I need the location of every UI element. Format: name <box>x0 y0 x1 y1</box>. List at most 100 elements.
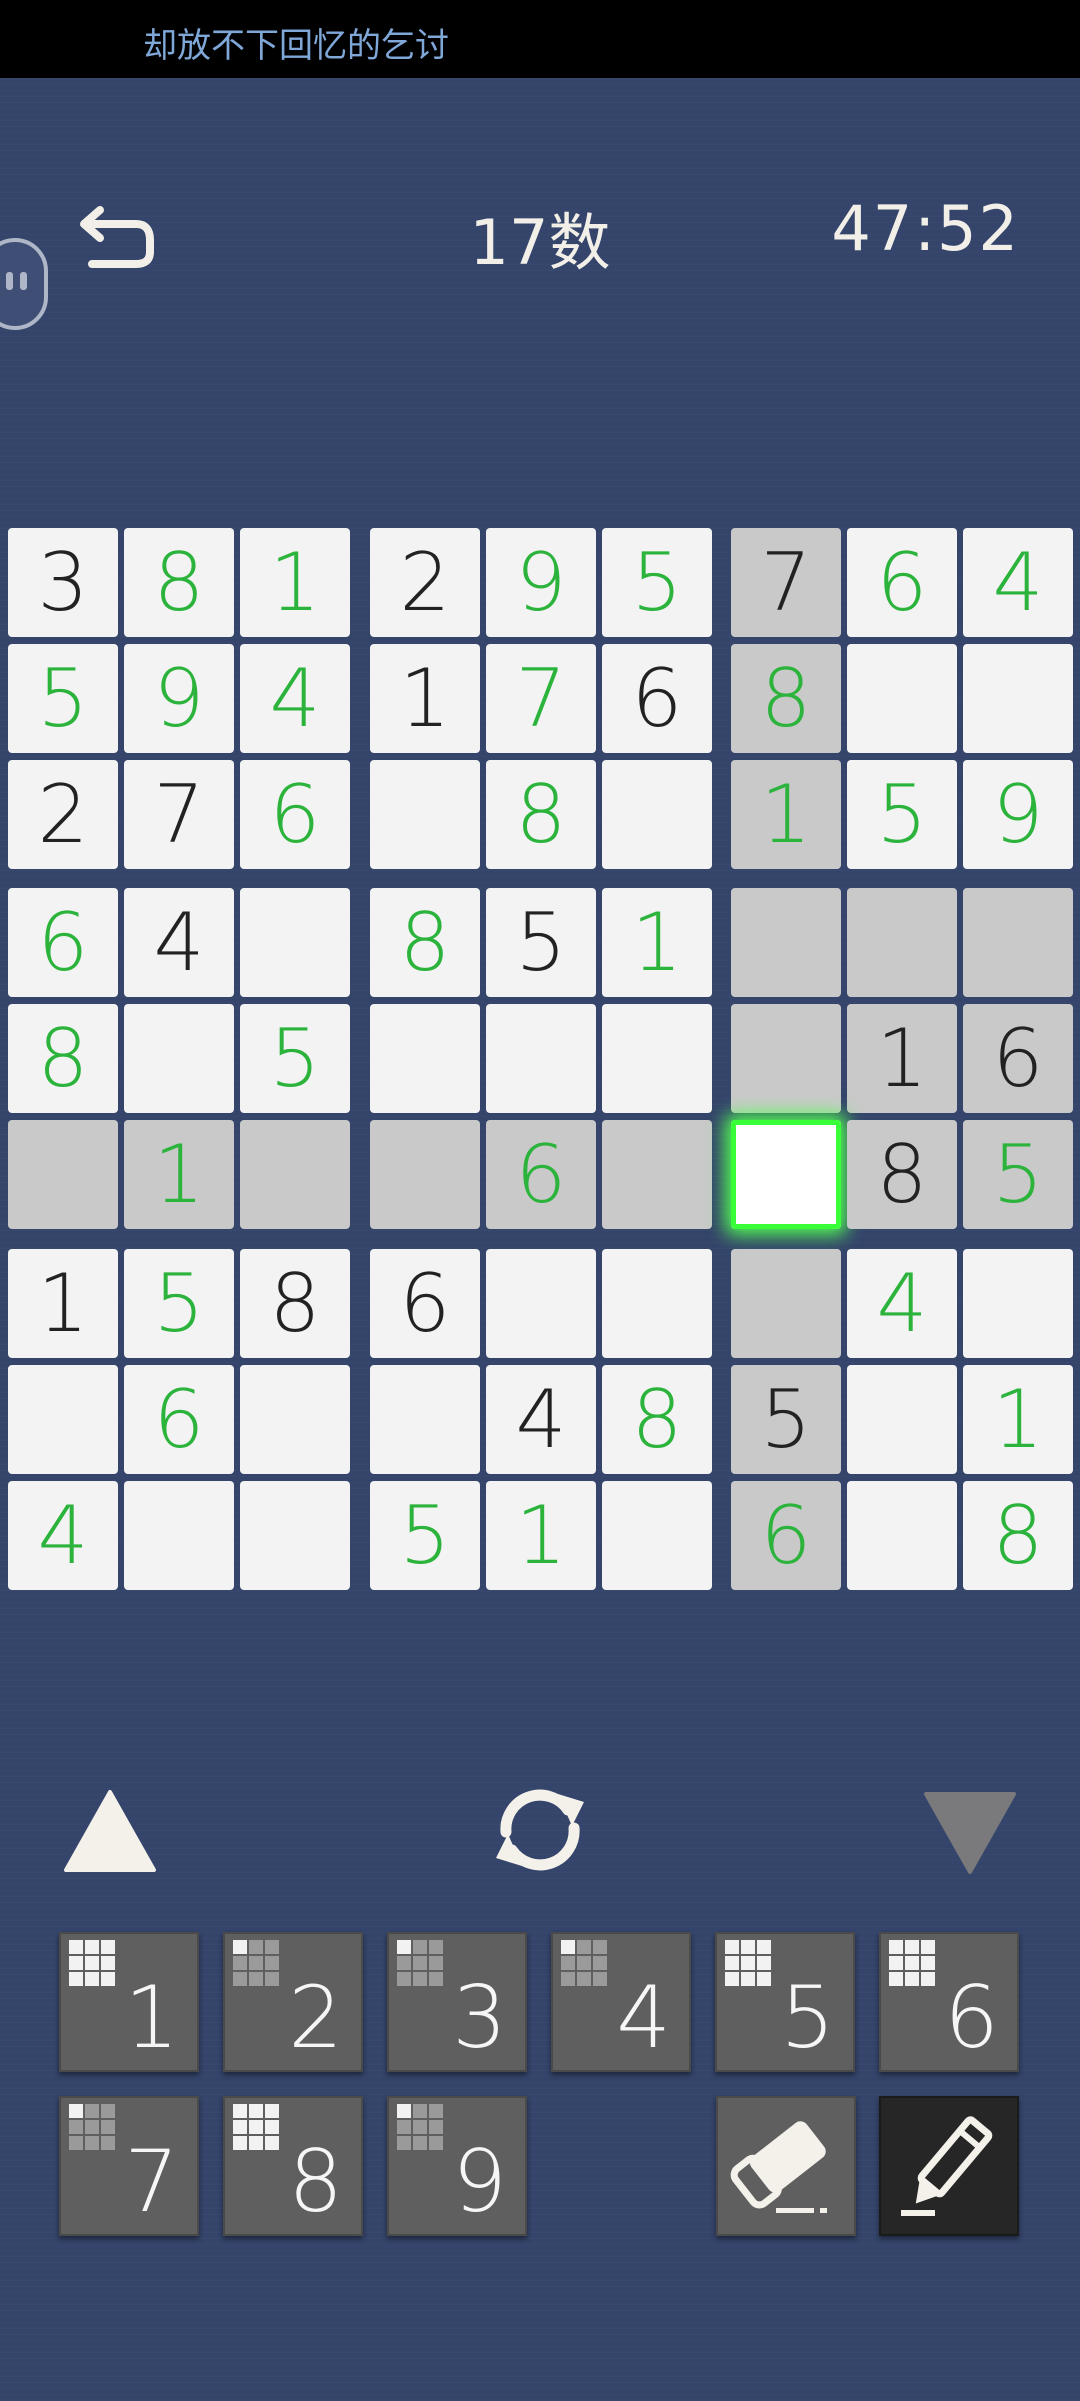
sudoku-cell-r2c8[interactable] <box>847 644 957 753</box>
number-key-3[interactable]: 3 <box>387 1932 527 2072</box>
candidate-grid-icon <box>69 2104 115 2150</box>
sudoku-cell-r1c5[interactable]: 9 <box>486 528 596 637</box>
sudoku-cell-r2c7[interactable]: 8 <box>731 644 841 753</box>
sudoku-cell-r8c7[interactable]: 5 <box>731 1365 841 1474</box>
sudoku-cell-r9c8[interactable] <box>847 1481 957 1590</box>
sudoku-cell-r2c1[interactable]: 5 <box>8 644 118 753</box>
sudoku-cell-r8c2[interactable]: 6 <box>124 1365 234 1474</box>
sudoku-cell-r7c3[interactable]: 8 <box>240 1249 350 1358</box>
sudoku-cell-r4c7[interactable] <box>731 888 841 997</box>
number-key-4[interactable]: 4 <box>551 1932 691 2072</box>
sudoku-cell-r5c6[interactable] <box>602 1004 712 1113</box>
sudoku-cell-r6c6[interactable] <box>602 1120 712 1229</box>
sudoku-cell-r5c2[interactable] <box>124 1004 234 1113</box>
sudoku-cell-r6c5[interactable]: 6 <box>486 1120 596 1229</box>
sudoku-cell-r3c5[interactable]: 8 <box>486 760 596 869</box>
sudoku-cell-r6c1[interactable] <box>8 1120 118 1229</box>
sudoku-cell-r2c4[interactable]: 1 <box>370 644 480 753</box>
sudoku-cell-r8c1[interactable] <box>8 1365 118 1474</box>
sudoku-cell-r3c9[interactable]: 9 <box>963 760 1073 869</box>
sudoku-cell-r5c5[interactable] <box>486 1004 596 1113</box>
sudoku-cell-r7c8[interactable]: 4 <box>847 1249 957 1358</box>
sudoku-cell-r9c2[interactable] <box>124 1481 234 1590</box>
sudoku-cell-r9c1[interactable]: 4 <box>8 1481 118 1590</box>
sudoku-cell-r3c4[interactable] <box>370 760 480 869</box>
sudoku-cell-r3c8[interactable]: 5 <box>847 760 957 869</box>
sudoku-cell-r4c5[interactable]: 5 <box>486 888 596 997</box>
sudoku-cell-r7c6[interactable] <box>602 1249 712 1358</box>
sudoku-cell-r6c4[interactable] <box>370 1120 480 1229</box>
number-key-2[interactable]: 2 <box>223 1932 363 2072</box>
move-up-button[interactable] <box>62 1788 158 1878</box>
number-key-label: 6 <box>944 1968 999 2068</box>
sudoku-cell-r9c9[interactable]: 8 <box>963 1481 1073 1590</box>
sudoku-cell-r2c9[interactable] <box>963 644 1073 753</box>
sudoku-cell-r4c8[interactable] <box>847 888 957 997</box>
sudoku-cell-r9c5[interactable]: 1 <box>486 1481 596 1590</box>
number-key-8[interactable]: 8 <box>223 2096 363 2236</box>
number-key-6[interactable]: 6 <box>879 1932 1019 2072</box>
candidate-grid-icon <box>69 1940 115 1986</box>
sudoku-cell-r4c1[interactable]: 6 <box>8 888 118 997</box>
sudoku-cell-r3c2[interactable]: 7 <box>124 760 234 869</box>
sudoku-cell-r5c4[interactable] <box>370 1004 480 1113</box>
sudoku-cell-r4c3[interactable] <box>240 888 350 997</box>
sudoku-cell-r7c7[interactable] <box>731 1249 841 1358</box>
sudoku-cell-r4c9[interactable] <box>963 888 1073 997</box>
sudoku-cell-r9c7[interactable]: 6 <box>731 1481 841 1590</box>
move-down-button[interactable] <box>922 1790 1018 1880</box>
sudoku-cell-r1c8[interactable]: 6 <box>847 528 957 637</box>
sudoku-cell-r4c6[interactable]: 1 <box>602 888 712 997</box>
sudoku-cell-r5c3[interactable]: 5 <box>240 1004 350 1113</box>
sudoku-cell-r4c4[interactable]: 8 <box>370 888 480 997</box>
sudoku-cell-r8c8[interactable] <box>847 1365 957 1474</box>
number-key-1[interactable]: 1 <box>59 1932 199 2072</box>
sudoku-cell-r2c3[interactable]: 4 <box>240 644 350 753</box>
sudoku-cell-r1c2[interactable]: 8 <box>124 528 234 637</box>
pencil-button[interactable] <box>879 2096 1019 2236</box>
sudoku-cell-r3c3[interactable]: 6 <box>240 760 350 869</box>
sudoku-cell-r3c6[interactable] <box>602 760 712 869</box>
status-bar: 却放不下回忆的乞讨 <box>0 0 1080 78</box>
sudoku-cell-r6c7[interactable] <box>731 1120 841 1229</box>
sudoku-cell-r6c2[interactable]: 1 <box>124 1120 234 1229</box>
number-key-5[interactable]: 5 <box>715 1932 855 2072</box>
sudoku-cell-r6c9[interactable]: 5 <box>963 1120 1073 1229</box>
sudoku-cell-r2c6[interactable]: 6 <box>602 644 712 753</box>
sudoku-cell-r2c5[interactable]: 7 <box>486 644 596 753</box>
refresh-button[interactable] <box>488 1782 592 1882</box>
sudoku-cell-r8c9[interactable]: 1 <box>963 1365 1073 1474</box>
sudoku-cell-r7c2[interactable]: 5 <box>124 1249 234 1358</box>
sudoku-cell-r3c7[interactable]: 1 <box>731 760 841 869</box>
sudoku-cell-r9c4[interactable]: 5 <box>370 1481 480 1590</box>
eraser-button[interactable] <box>716 2096 856 2236</box>
sudoku-cell-r7c9[interactable] <box>963 1249 1073 1358</box>
sudoku-cell-r9c6[interactable] <box>602 1481 712 1590</box>
sudoku-cell-r9c3[interactable] <box>240 1481 350 1590</box>
sudoku-cell-r1c3[interactable]: 1 <box>240 528 350 637</box>
sudoku-cell-r6c3[interactable] <box>240 1120 350 1229</box>
sudoku-cell-r3c1[interactable]: 2 <box>8 760 118 869</box>
sudoku-cell-r1c7[interactable]: 7 <box>731 528 841 637</box>
sudoku-cell-r5c9[interactable]: 6 <box>963 1004 1073 1113</box>
sudoku-cell-r1c4[interactable]: 2 <box>370 528 480 637</box>
sudoku-cell-r5c7[interactable] <box>731 1004 841 1113</box>
sudoku-cell-r5c8[interactable]: 1 <box>847 1004 957 1113</box>
number-key-7[interactable]: 7 <box>59 2096 199 2236</box>
sudoku-cell-r2c2[interactable]: 9 <box>124 644 234 753</box>
sudoku-cell-r7c1[interactable]: 1 <box>8 1249 118 1358</box>
sudoku-cell-r7c5[interactable] <box>486 1249 596 1358</box>
sudoku-cell-r8c6[interactable]: 8 <box>602 1365 712 1474</box>
sudoku-cell-r8c3[interactable] <box>240 1365 350 1474</box>
sudoku-cell-r1c9[interactable]: 4 <box>963 528 1073 637</box>
sudoku-cell-r7c4[interactable]: 6 <box>370 1249 480 1358</box>
sudoku-cell-r5c1[interactable]: 8 <box>8 1004 118 1113</box>
candidate-grid-icon <box>889 1940 935 1986</box>
sudoku-cell-r4c2[interactable]: 4 <box>124 888 234 997</box>
number-key-9[interactable]: 9 <box>387 2096 527 2236</box>
sudoku-cell-r8c4[interactable] <box>370 1365 480 1474</box>
sudoku-cell-r1c1[interactable]: 3 <box>8 528 118 637</box>
sudoku-cell-r8c5[interactable]: 4 <box>486 1365 596 1474</box>
sudoku-cell-r1c6[interactable]: 5 <box>602 528 712 637</box>
sudoku-cell-r6c8[interactable]: 8 <box>847 1120 957 1229</box>
